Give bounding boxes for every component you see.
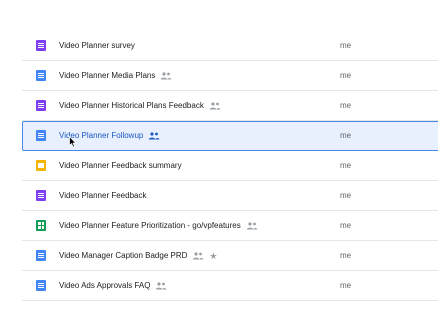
docs-icon [36, 280, 46, 291]
file-row[interactable]: Video Planner Feature Prioritization - g… [22, 211, 438, 241]
sheets-icon [36, 220, 46, 231]
docs-icon [36, 130, 46, 141]
forms-icon [36, 100, 46, 111]
file-owner: me [340, 71, 352, 80]
file-list: Video Planner survey me Video Planner Me… [22, 31, 438, 301]
docs-icon [36, 70, 46, 81]
file-owner: me [340, 161, 352, 170]
file-owner: me [340, 281, 352, 290]
file-owner: me [340, 221, 352, 230]
file-row[interactable]: Video Planner survey me [22, 31, 438, 61]
shared-people-icon [156, 282, 167, 290]
file-name: Video Planner Media Plans [59, 61, 172, 91]
docs-icon [36, 250, 46, 261]
file-owner: me [340, 131, 352, 140]
file-row[interactable]: Video Ads Approvals FAQ me [22, 271, 438, 301]
file-name: Video Planner Feature Prioritization - g… [59, 211, 258, 241]
file-row-selected[interactable]: Video Planner Followup me [22, 121, 438, 151]
file-name: Video Manager Caption Badge PRD ★ [59, 250, 218, 261]
forms-icon [36, 40, 46, 51]
file-row[interactable]: Video Planner Media Plans me [22, 61, 438, 91]
file-name: Video Planner Feedback [59, 191, 147, 200]
file-owner: me [340, 251, 352, 260]
shared-people-icon [193, 252, 204, 260]
file-row[interactable]: Video Planner Historical Plans Feedback … [22, 91, 438, 121]
file-owner: me [340, 41, 352, 50]
file-owner: me [340, 101, 352, 110]
file-name: Video Ads Approvals FAQ [59, 271, 167, 301]
file-row[interactable]: Video Manager Caption Badge PRD ★ me [22, 241, 438, 271]
shared-people-icon [149, 132, 160, 140]
file-name: Video Planner survey [59, 41, 135, 50]
forms-icon [36, 190, 46, 201]
file-name: Video Planner Feedback summary [59, 161, 182, 170]
file-row[interactable]: Video Planner Feedback me [22, 181, 438, 211]
mouse-cursor-icon [69, 136, 77, 148]
shared-people-icon [209, 102, 221, 110]
slides-icon [36, 160, 46, 171]
shared-people-icon [161, 72, 172, 80]
shared-people-icon [246, 222, 258, 230]
file-name: Video Planner Historical Plans Feedback [59, 91, 221, 121]
file-owner: me [340, 191, 352, 200]
star-icon[interactable]: ★ [209, 251, 217, 261]
file-row[interactable]: Video Planner Feedback summary me [22, 151, 438, 181]
